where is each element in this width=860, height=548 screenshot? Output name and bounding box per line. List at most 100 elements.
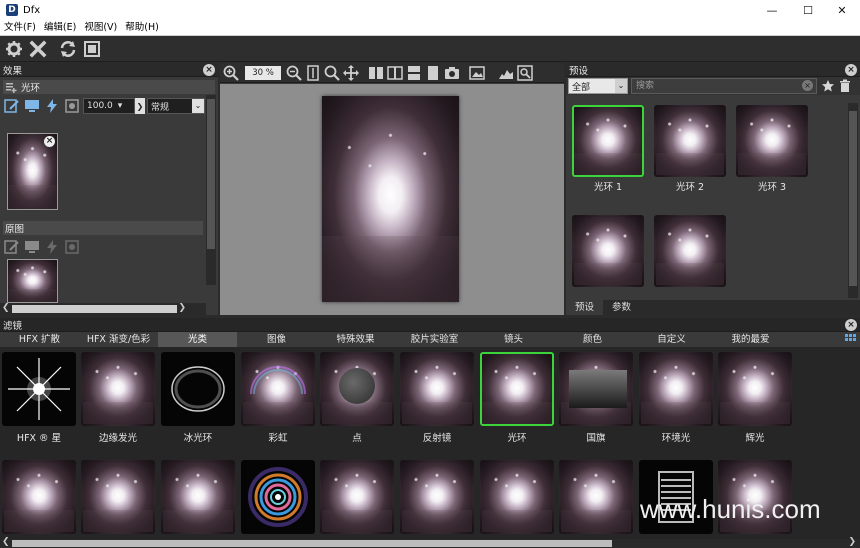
add-layer-icon[interactable] — [5, 81, 17, 93]
filter-item[interactable] — [2, 460, 76, 534]
original-thumbnail[interactable] — [7, 259, 58, 303]
filter-category-tabs: HFX 扩散 HFX 渐变/色彩 光类 图像 特殊效果 胶片实验室 镜头 颜色 … — [0, 332, 860, 347]
loupe-icon[interactable] — [516, 64, 534, 82]
clear-search-icon[interactable]: × — [802, 80, 813, 91]
scroll-right-icon[interactable]: ❯ — [848, 537, 856, 547]
close-button[interactable]: ✕ — [824, 0, 860, 20]
tab-hfx-gradient[interactable]: HFX 渐变/色彩 — [79, 332, 158, 347]
filter-item-ambient-light[interactable]: 环境光 — [639, 352, 713, 444]
split-horizontal-icon[interactable] — [405, 64, 423, 82]
grid-view-icon[interactable] — [845, 334, 856, 348]
split-vertical-icon[interactable] — [367, 64, 385, 82]
filter-item-halo[interactable]: 光环 — [480, 352, 554, 444]
preset-item[interactable] — [572, 215, 644, 307]
filter-item-ice-halo[interactable]: 冰光环 — [161, 352, 235, 444]
cancel-x-icon[interactable] — [27, 38, 49, 60]
tab-parameters[interactable]: 参数 — [603, 300, 640, 315]
preset-search-input[interactable]: 搜索 × — [631, 78, 817, 94]
presets-scrollbar[interactable] — [848, 103, 858, 298]
opacity-field[interactable]: 100.0 ▾ — [83, 98, 135, 114]
minimize-button[interactable]: — — [754, 0, 790, 20]
preset-category-select[interactable]: 全部 ⌄ — [568, 78, 628, 94]
magnifier-icon[interactable] — [323, 64, 341, 82]
edit-icon[interactable] — [3, 97, 21, 115]
tab-image[interactable]: 图像 — [237, 332, 316, 347]
presets-close-icon[interactable]: × — [845, 64, 857, 76]
filter-item-reflector[interactable]: 反射镜 — [400, 352, 474, 444]
preset-item[interactable] — [654, 215, 726, 307]
remove-effect-icon[interactable]: × — [44, 136, 55, 147]
tab-custom[interactable]: 自定义 — [632, 332, 711, 347]
favorite-star-icon[interactable] — [821, 79, 835, 93]
filter-item-flag[interactable]: 国旗 — [559, 352, 633, 444]
effects-scrollbar[interactable] — [206, 95, 216, 285]
monitor-icon[interactable] — [23, 97, 41, 115]
preset-item[interactable]: 光环 3 — [736, 105, 808, 197]
filter-item[interactable] — [241, 460, 315, 534]
scroll-right-icon[interactable]: ❯ — [178, 303, 186, 313]
mask-icon[interactable] — [63, 97, 81, 115]
original-monitor-icon[interactable] — [23, 238, 41, 256]
preset-item[interactable]: 光环 1 — [572, 105, 644, 197]
scroll-left-icon[interactable]: ❮ — [2, 537, 10, 547]
zoom-out-icon[interactable] — [285, 64, 303, 82]
filter-item[interactable] — [400, 460, 474, 534]
settings-gear-icon[interactable] — [3, 38, 25, 60]
tab-hfx-diffusion[interactable]: HFX 扩散 — [0, 332, 79, 347]
filter-item[interactable] — [559, 460, 633, 534]
filters-hscrollbar[interactable]: ❮ ❯ — [0, 537, 860, 548]
filter-label: HFX ® 星 — [16, 433, 62, 444]
histogram-icon[interactable] — [497, 64, 515, 82]
opacity-down-icon[interactable]: ▾ — [118, 101, 123, 111]
maximize-button[interactable]: ☐ — [790, 0, 826, 20]
single-view-icon[interactable] — [424, 64, 442, 82]
original-lightning-icon[interactable] — [43, 238, 61, 256]
preview-image[interactable] — [322, 96, 459, 302]
tab-lens[interactable]: 镜头 — [474, 332, 553, 347]
filter-item-edge-glow[interactable]: 边缘发光 — [81, 352, 155, 444]
tab-presets[interactable]: 预设 — [566, 300, 604, 315]
filter-item[interactable] — [480, 460, 554, 534]
filter-item-rainbow[interactable]: 彩虹 — [241, 352, 315, 444]
lightning-icon[interactable] — [43, 97, 61, 115]
effect-layer-header[interactable]: 光环 — [3, 80, 215, 94]
effect-thumbnail[interactable]: × — [7, 133, 58, 210]
effects-close-icon[interactable]: × — [203, 64, 215, 76]
original-mask-icon[interactable] — [63, 238, 81, 256]
filter-item-glow[interactable]: 辉光 — [718, 352, 792, 444]
preview-canvas[interactable] — [220, 84, 564, 315]
filter-item[interactable] — [320, 460, 394, 534]
filters-close-icon[interactable]: × — [845, 319, 857, 331]
menu-view[interactable]: 视图(V) — [80, 20, 121, 36]
opacity-step-icon[interactable]: ❯ — [135, 98, 145, 114]
fit-height-icon[interactable] — [304, 64, 322, 82]
tab-film-lab[interactable]: 胶片实验室 — [395, 332, 474, 347]
tab-color[interactable]: 颜色 — [553, 332, 632, 347]
filter-item[interactable] — [81, 460, 155, 534]
filter-item-dot[interactable]: 点 — [320, 352, 394, 444]
camera-icon[interactable] — [443, 64, 461, 82]
trash-icon[interactable] — [839, 79, 851, 93]
menu-help[interactable]: 帮助(H) — [121, 20, 163, 36]
preset-item[interactable]: 光环 2 — [654, 105, 726, 197]
menu-edit[interactable]: 编辑(E) — [40, 20, 80, 36]
tab-favorites[interactable]: 我的最爱 — [711, 332, 790, 347]
pan-move-icon[interactable] — [342, 64, 360, 82]
refresh-icon[interactable] — [57, 38, 79, 60]
tab-special-effects[interactable]: 特殊效果 — [316, 332, 395, 347]
menu-file[interactable]: 文件(F) — [0, 20, 40, 36]
scroll-left-icon[interactable]: ❮ — [2, 303, 10, 313]
zoom-level-field[interactable]: 30 % — [245, 65, 281, 80]
tab-light[interactable]: 光类 — [158, 332, 237, 347]
original-edit-icon[interactable] — [3, 238, 21, 256]
split-compare-icon[interactable] — [386, 64, 404, 82]
filter-item-star[interactable]: HFX ® 星 — [2, 352, 76, 444]
fit-frame-icon[interactable] — [81, 38, 103, 60]
chevron-down-icon[interactable]: ⌄ — [615, 79, 627, 93]
effects-hscrollbar[interactable]: ❮ ❯ — [0, 303, 206, 315]
chevron-down-icon[interactable]: ⌄ — [192, 99, 204, 113]
blend-mode-select[interactable]: 常规 ⌄ — [147, 98, 205, 114]
image-icon[interactable] — [468, 64, 486, 82]
filter-item[interactable] — [161, 460, 235, 534]
zoom-in-icon[interactable] — [222, 64, 240, 82]
